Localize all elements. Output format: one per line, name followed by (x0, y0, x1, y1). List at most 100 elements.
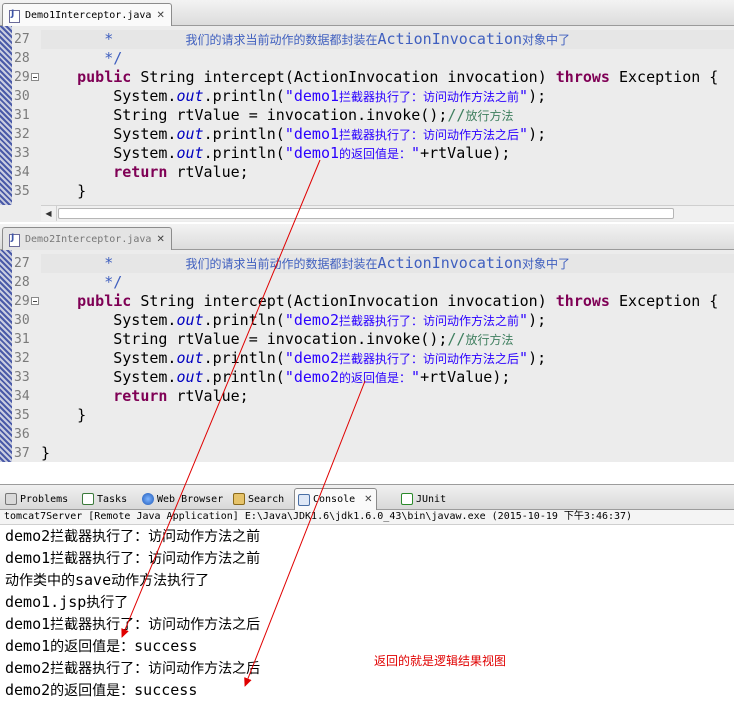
code-token: " (411, 368, 421, 386)
code-token: "demo1 (284, 125, 340, 143)
code-token: .println( (203, 349, 285, 367)
code-token: throws (555, 68, 610, 86)
code-line: } (41, 444, 734, 463)
editor-demo2: Demo2Interceptor.java ✕ 2728293031323334… (0, 224, 734, 462)
tab-label: Web Browser (157, 493, 224, 505)
code-line: System.out.println("demo1的返回值是："+rtValue… (41, 144, 734, 163)
code-line: return rtValue; (41, 163, 734, 182)
code-token: ); (528, 311, 547, 329)
code-line: * 我们的请求当前动作的数据都封装在ActionInvocation对象中了 (41, 30, 734, 49)
editor-tabbar: Demo2Interceptor.java ✕ (0, 224, 734, 250)
console-text: save (75, 571, 112, 589)
code-token: " (519, 87, 529, 105)
code-token: ); (528, 87, 547, 105)
tab-demo2-interceptor[interactable]: Demo2Interceptor.java ✕ (2, 227, 172, 250)
tab-label: Demo1Interceptor.java (25, 9, 152, 21)
code-line: */ (41, 273, 734, 292)
console-line: demo2拦截器执行了：访问动作方法之后 (5, 657, 260, 679)
tab-tasks[interactable]: Tasks (79, 488, 130, 510)
code-token: String rtValue = invocation.invoke(); (41, 330, 448, 348)
line-number: 28 (14, 275, 30, 290)
fold-toggle-icon[interactable] (31, 73, 39, 81)
code-line: return rtValue; (41, 387, 734, 406)
code-line: String rtValue = invocation.invoke();//放… (41, 330, 734, 349)
horizontal-scrollbar[interactable]: ◀ (41, 205, 734, 221)
tab-label: Search (248, 493, 285, 505)
code-token: 我们的请求当前动作的数据都封装在 (185, 257, 378, 271)
line-number: 30 (14, 313, 30, 328)
console-line: demo2拦截器执行了：访问动作方法之前 (5, 525, 260, 547)
code-token: +rtValue); (420, 144, 511, 162)
code-token: Exception { (609, 68, 719, 86)
close-icon[interactable]: ✕ (156, 10, 164, 21)
console-icon (298, 493, 310, 506)
code-token: public (77, 68, 132, 86)
code-token: } (41, 182, 87, 200)
scroll-thumb[interactable] (58, 208, 674, 219)
console-text: demo2 (5, 659, 51, 677)
tab-search[interactable]: Search (230, 488, 287, 510)
close-icon[interactable]: ✕ (364, 494, 372, 505)
tab-label: Console (313, 494, 356, 505)
code-token: return (113, 387, 168, 405)
line-number: 31 (14, 332, 30, 347)
tab-console[interactable]: Console ✕ (294, 488, 377, 510)
search-icon (233, 493, 245, 505)
line-number: 37 (14, 446, 30, 461)
console-text: 动作方法执行了 (111, 573, 210, 589)
tab-label: JUnit (416, 493, 447, 505)
tab-web-browser[interactable]: Web Browser (139, 488, 226, 510)
code-token: System. (41, 311, 177, 329)
console-text: 拦截器执行了：访问动作方法之前 (50, 529, 261, 545)
line-number: 31 (14, 108, 30, 123)
code-token: 我们的请求当前动作的数据都封装在 (185, 33, 378, 47)
tab-label: Demo2Interceptor.java (25, 233, 152, 245)
console-text: 动作类中的 (5, 573, 75, 589)
code-token: System. (41, 144, 177, 162)
code-token: 拦截器执行了：访问动作方法之后 (339, 352, 520, 366)
close-icon[interactable]: ✕ (156, 234, 164, 245)
console-text: demo1 (5, 615, 51, 633)
code-token: out (176, 349, 204, 367)
code-token: 对象中了 (522, 257, 571, 271)
scroll-left-icon[interactable]: ◀ (41, 206, 57, 221)
code-token: public (77, 292, 132, 310)
code-token: out (176, 87, 204, 105)
console-text: 拦截器执行了：访问动作方法之后 (50, 661, 261, 677)
code-token: "demo2 (284, 349, 340, 367)
code-token: " (519, 349, 529, 367)
line-number: 30 (14, 89, 30, 104)
problems-icon (5, 493, 17, 505)
code-token: " (519, 311, 529, 329)
line-number: 35 (14, 408, 30, 423)
code-token: System. (41, 87, 177, 105)
globe-icon (142, 493, 154, 505)
code-token: return (113, 163, 168, 181)
code-token: // (447, 106, 466, 124)
tab-junit[interactable]: JUnit (398, 488, 449, 510)
code-line: public String intercept(ActionInvocation… (41, 292, 734, 311)
code-line: System.out.println("demo2拦截器执行了：访问动作方法之前… (41, 311, 734, 330)
code-token: Exception { (609, 292, 719, 310)
line-number: 35 (14, 184, 30, 199)
code-token: " (519, 125, 529, 143)
line-number: 34 (14, 389, 30, 404)
tab-demo1-interceptor[interactable]: Demo1Interceptor.java ✕ (2, 3, 172, 26)
tab-problems[interactable]: Problems (2, 488, 71, 510)
code-token: 拦截器执行了：访问动作方法之前 (339, 90, 520, 104)
code-area[interactable]: * 我们的请求当前动作的数据都封装在ActionInvocation对象中了 *… (41, 250, 734, 462)
code-token: "demo1 (284, 144, 340, 162)
code-area[interactable]: * 我们的请求当前动作的数据都封装在ActionInvocation对象中了 *… (41, 26, 734, 205)
code-token: String intercept(ActionInvocation invoca… (131, 292, 556, 310)
code-token: ); (528, 125, 547, 143)
code-token: } (41, 406, 87, 424)
code-token: .println( (203, 125, 285, 143)
fold-toggle-icon[interactable] (31, 297, 39, 305)
code-token: "demo2 (284, 368, 340, 386)
line-number: 27 (14, 32, 30, 47)
console-line: demo1.jsp执行了 (5, 591, 128, 613)
code-token: rtValue; (167, 387, 249, 405)
code-token: 拦截器执行了：访问动作方法之后 (339, 128, 520, 142)
tab-label: Tasks (97, 493, 128, 505)
